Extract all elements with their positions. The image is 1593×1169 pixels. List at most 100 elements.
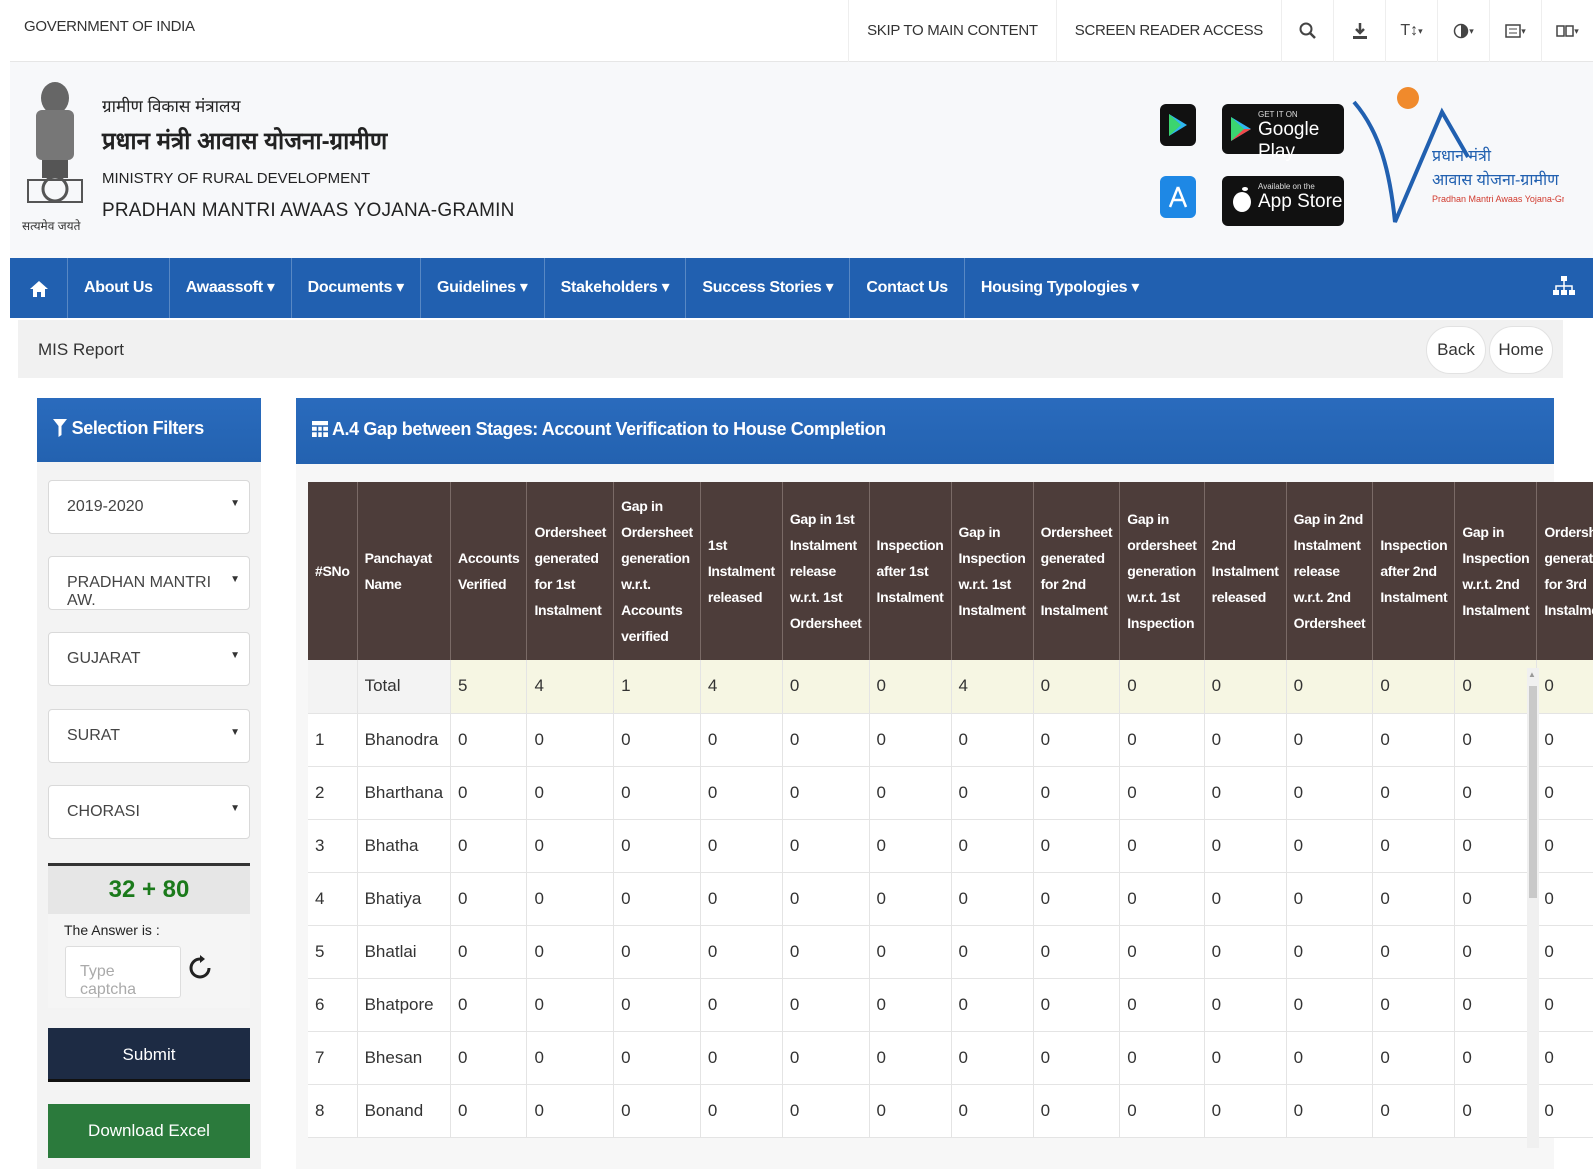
nav-awaassoft[interactable]: Awaassoft ▾ [170,258,292,318]
nav-success-stories[interactable]: Success Stories ▾ [686,258,851,318]
national-emblem-icon [27,82,83,203]
nav-documents[interactable]: Documents ▾ [292,258,421,318]
app-store-icon[interactable] [1160,176,1196,218]
contrast-icon[interactable]: ▾ [1437,0,1489,62]
table-cell: 0 [1536,872,1593,926]
display-icon[interactable]: ▾ [1541,0,1593,62]
download-icon[interactable] [1333,0,1385,62]
skip-to-main-link[interactable]: SKIP TO MAIN CONTENT [848,0,1056,62]
column-header: Gap in 1st Instalment release w.r.t. 1st… [782,482,870,660]
nav-housing-typologies[interactable]: Housing Typologies ▾ [965,258,1155,318]
nav-contact-us[interactable]: Contact Us [850,258,965,318]
table-cell: 0 [1204,925,1287,979]
table-cell: 0 [782,660,870,714]
chevron-down-icon: ▼ [230,650,240,661]
year-select[interactable]: 2019-2020 ▼ [48,480,250,534]
table-row: 3 Bhatha 0 0 0 0 0 0 0 0 0 0 0 0 0 0 [308,819,1593,873]
table-cell: 0 [700,1084,783,1138]
submit-button[interactable]: Submit [48,1028,250,1082]
year-value: 2019-2020 [67,498,144,515]
panchayat-name-cell: Bhatpore [357,978,452,1032]
home-button[interactable]: Home [1489,326,1553,374]
panchayat-name-cell: Bonand [357,1084,452,1138]
refresh-captcha-icon[interactable] [189,955,211,988]
table-cell: 0 [450,872,528,926]
play-store-icon[interactable] [1160,104,1196,146]
captcha-input[interactable]: Type captcha [65,946,181,998]
table-cell: 0 [1454,1084,1538,1138]
table-cell: 0 [1286,872,1374,926]
table-cell: 0 [1033,872,1121,926]
scheme-select[interactable]: PRADHAN MANTRI AW. ▼ [48,556,250,610]
table-row: 5 Bhatlai 0 0 0 0 0 0 0 0 0 0 0 0 0 0 [308,925,1593,979]
panchayat-name-cell: Bhatlai [357,925,452,979]
filters-header: Selection Filters [37,398,261,462]
state-value: GUJARAT [67,650,141,667]
chevron-down-icon: ▼ [230,727,240,738]
table-cell: 0 [1454,713,1538,767]
table-cell: 0 [450,978,528,1032]
app-store-badge[interactable]: Available on the App Store [1222,176,1344,226]
table-cell: 0 [613,872,701,926]
table-cell: 0 [526,713,615,767]
text-size-icon[interactable]: T↕ ▾ [1385,0,1437,62]
table-cell: 0 [1286,1031,1374,1085]
column-header: Ordersheet generated for 1st Instalment [526,482,615,660]
table-cell: 0 [1286,1084,1374,1138]
table-cell: 4 [308,872,358,926]
district-select[interactable]: SURAT ▼ [48,709,250,763]
google-play-badge[interactable]: GET IT ON Google Play [1222,104,1344,162]
breadcrumb-bar: MIS Report Back Home [18,320,1563,378]
filter-icon [53,419,67,437]
filters-title: Selection Filters [71,418,205,438]
screen-reader-link[interactable]: SCREEN READER ACCESS [1055,0,1281,62]
nav-stakeholders[interactable]: Stakeholders ▾ [545,258,687,318]
column-header: Accounts Verified [450,482,528,660]
table-cell: 1 [613,660,701,714]
download-excel-button[interactable]: Download Excel [48,1104,250,1158]
scrollbar-thumb[interactable] [1529,686,1537,898]
table-cell: 0 [613,713,701,767]
language-icon[interactable]: ▾ [1489,0,1541,62]
home-icon[interactable] [10,258,68,318]
column-header: Gap in Inspection w.r.t. 1st Instalment [951,482,1034,660]
state-select[interactable]: GUJARAT ▼ [48,632,250,686]
table-cell: 0 [1119,713,1205,767]
table-cell: 0 [613,819,701,873]
table-cell: 0 [1372,713,1456,767]
table-cell: 0 [526,1031,615,1085]
column-header: Gap in Ordersheet generation w.r.t. Acco… [613,482,701,660]
block-value: CHORASI [67,803,140,820]
back-button[interactable]: Back [1426,326,1486,374]
table-cell: 0 [1372,819,1456,873]
scroll-up-arrow-icon[interactable]: ▲ [1528,670,1536,679]
search-icon[interactable] [1281,0,1333,62]
table-cell: 0 [1536,925,1593,979]
table-cell: 0 [700,1031,783,1085]
table-cell: 0 [951,766,1034,820]
table-cell: 0 [1204,660,1287,714]
ministry-name: MINISTRY OF RURAL DEVELOPMENT [102,170,371,187]
table-cell: 0 [951,978,1034,1032]
table-cell: 0 [1204,1084,1287,1138]
table-cell: 0 [450,1084,528,1138]
nav-guidelines[interactable]: Guidelines ▾ [421,258,545,318]
column-header: 2nd Instalment released [1204,482,1287,660]
panchayat-name-cell: Bhatiya [357,872,452,926]
column-header: Inspection after 2nd Instalment [1372,482,1456,660]
sitemap-icon[interactable] [1553,276,1575,301]
column-header: Inspection after 1st Instalment [869,482,952,660]
block-select[interactable]: CHORASI ▼ [48,785,250,839]
table-cell: 0 [700,766,783,820]
captcha-answer-label: The Answer is : [48,914,250,938]
table-cell: 0 [951,819,1034,873]
table-cell: 0 [1536,660,1593,714]
panchayat-name-cell: Bhanodra [357,713,452,767]
table-cell: 0 [1536,978,1593,1032]
table-cell: 0 [700,978,783,1032]
nav-about-us[interactable]: About Us [68,258,170,318]
table-cell: 0 [1372,660,1456,714]
logo-line-3: Pradhan Mantri Awaas Yojana-Gramin [1432,194,1564,204]
table-cell: 6 [308,978,358,1032]
table-cell: 0 [1033,1031,1121,1085]
